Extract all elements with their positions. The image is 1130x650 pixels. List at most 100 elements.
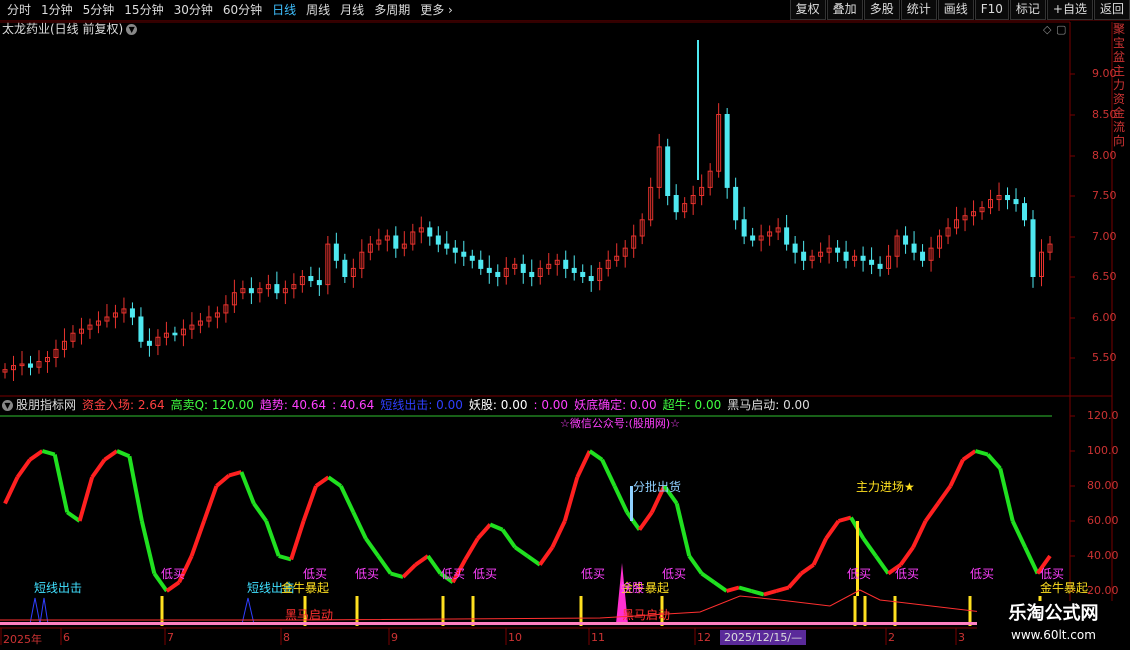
- annot-dimai-5: 低买: [581, 567, 606, 581]
- trend-seg-31: [390, 571, 404, 579]
- diamond-icon: ◇: [1043, 23, 1052, 36]
- trend-seg-54: [674, 503, 692, 557]
- trend-seg-48: [600, 458, 617, 487]
- buy-bar-0: [160, 596, 164, 626]
- trend-seg-7: [90, 458, 107, 479]
- trend-seg-42: [526, 554, 542, 567]
- candle-body-93: [792, 243, 798, 253]
- trend-seg-45: [562, 476, 580, 522]
- base-line: [0, 622, 1050, 625]
- trend-seg-38: [476, 523, 492, 540]
- candle-body-66: [563, 259, 569, 269]
- candle-body-55: [469, 255, 475, 261]
- date-badge: 2025/12/15/—: [720, 630, 807, 645]
- indicator-item-3: : 40.64: [332, 398, 375, 412]
- candle-body-94: [801, 251, 807, 261]
- x-label-4: 9: [391, 631, 398, 644]
- trend-seg-56: [700, 571, 716, 584]
- trend-seg-63: [787, 572, 803, 589]
- ind-tick-1: 100.0: [1087, 444, 1119, 457]
- trend-seg-33: [414, 554, 430, 567]
- trend-seg-8: [103, 449, 119, 462]
- buy-bar-3: [441, 596, 445, 626]
- annot-dimai-2: 低买: [355, 567, 380, 581]
- candle-body-102: [869, 259, 875, 265]
- trend-seg-81: [1010, 520, 1027, 549]
- trend-seg-20: [252, 502, 268, 523]
- trend-seg-75: [936, 484, 953, 505]
- candle-body-86: [733, 186, 739, 221]
- trend-seg-4: [52, 454, 70, 513]
- annot-dimai-8: 低买: [895, 567, 920, 581]
- trend-seg-74: [923, 502, 940, 523]
- trend-seg-76: [948, 458, 965, 487]
- chevron-down-icon[interactable]: ▼: [2, 400, 13, 411]
- indicator-name: 股朋指标网: [16, 398, 77, 412]
- candle-body-107: [911, 243, 917, 253]
- candle-body-87: [741, 219, 747, 237]
- annot-heima-1: 黑马启动: [285, 608, 334, 622]
- candle-body-17: [146, 340, 152, 346]
- trend-seg-5: [66, 510, 81, 523]
- restore-icon: ▢: [1056, 23, 1066, 36]
- buy-bar-5: [579, 596, 583, 626]
- candle-body-69: [588, 276, 594, 282]
- trend-seg-29: [364, 537, 380, 558]
- candle-body-68: [580, 271, 586, 278]
- x-label-5: 10: [508, 631, 522, 644]
- candle-body-118: [1005, 195, 1011, 201]
- ind-tick-2: 80.00: [1087, 479, 1119, 492]
- trend-seg-11: [139, 520, 157, 574]
- candle-body-103: [877, 263, 883, 269]
- trend-seg-77: [961, 449, 977, 462]
- candle-body-29: [248, 288, 254, 294]
- trend-seg-23: [289, 520, 306, 561]
- annot-duanxian-1: 短线出击: [34, 581, 83, 595]
- candle-body-101: [860, 255, 866, 261]
- buy-bar-9: [893, 596, 897, 626]
- indicator-series: [0, 449, 1052, 626]
- candle-body-56: [478, 259, 484, 269]
- trend-seg-69: [861, 537, 878, 558]
- annot-jinniu-3: 金牛暴起: [1040, 581, 1089, 595]
- trend-seg-0: [3, 476, 20, 505]
- trend-seg-18: [228, 470, 242, 478]
- trend-seg-22: [278, 554, 292, 562]
- trend-seg-16: [202, 485, 219, 522]
- trend-seg-34: [426, 554, 443, 575]
- indicator-title-row: ▼ 股朋指标网 资金入场: 2.64 高卖Q: 120.00 趋势: 40.64: 40…: [2, 397, 822, 413]
- trend-seg-70: [874, 554, 890, 575]
- watermark-url: www.60lt.com: [1011, 628, 1096, 642]
- candle-body-92: [784, 227, 790, 245]
- buy-bar-2: [355, 596, 359, 626]
- annot-dimai-7: 低买: [847, 567, 872, 581]
- trend-seg-57: [712, 580, 728, 593]
- trend-seg-21: [264, 520, 281, 557]
- x-label-9: 3: [958, 631, 965, 644]
- candle-body-15: [129, 308, 135, 318]
- ind-tick-4: 40.00: [1087, 549, 1119, 562]
- trend-seg-2: [28, 449, 44, 462]
- x-label-0: 2025年: [3, 633, 42, 646]
- annot-dimai-0: 低买: [161, 567, 186, 581]
- trend-seg-66: [824, 519, 841, 540]
- trend-seg-72: [899, 546, 915, 566]
- trend-seg-41: [513, 545, 529, 558]
- trend-seg-13: [165, 580, 181, 593]
- indicator-item-4: 短线出击: 0.00: [380, 398, 463, 412]
- trend-seg-37: [463, 537, 480, 561]
- trend-seg-78: [974, 449, 989, 457]
- chart-canvas[interactable]: ◇ ▢: [0, 0, 1130, 650]
- x-label-1: 6: [63, 631, 70, 644]
- annot-yaogu: 妖股: [620, 581, 645, 595]
- trend-seg-59: [738, 585, 752, 593]
- indicator-item-8: 超牛: 0.00: [662, 398, 722, 412]
- candle-body-51: [435, 235, 441, 245]
- candle-body-40: [342, 259, 348, 277]
- candle-body-62: [529, 271, 535, 278]
- candle-body-50: [427, 227, 433, 237]
- buy-bar-4: [471, 596, 475, 626]
- trend-seg-60: [750, 589, 765, 597]
- trend-seg-43: [538, 546, 555, 566]
- indicator-values: 资金入场: 2.64 高卖Q: 120.00 趋势: 40.64: 40.64 短线出…: [82, 398, 816, 412]
